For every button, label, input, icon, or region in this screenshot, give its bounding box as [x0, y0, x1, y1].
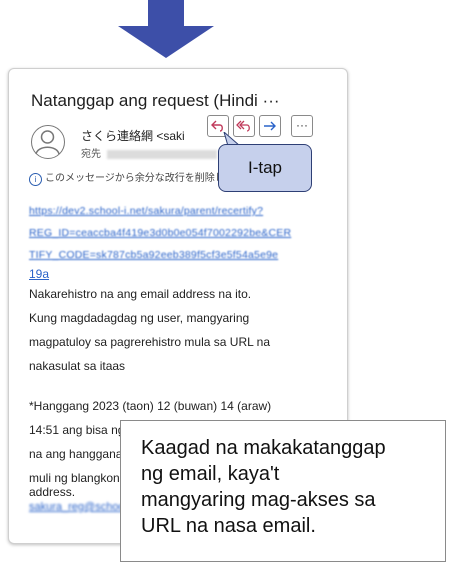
- sender-avatar-icon: [31, 125, 65, 159]
- recipient-address-redacted: [107, 149, 217, 159]
- tap-callout: I-tap: [218, 144, 312, 192]
- registration-link-end[interactable]: 19a: [29, 267, 49, 281]
- registration-link-line[interactable]: TIFY_CODE=sk787cb5a92eeb389f5cf3e5f54a5e…: [29, 249, 278, 261]
- forward-button[interactable]: [259, 115, 281, 137]
- extra-line-breaks-notice[interactable]: i このメッセージから余分な改行を削除しま: [29, 169, 235, 186]
- note-line: mangyaring mag-akses sa: [141, 489, 376, 511]
- instruction-note: Kaagad na makakatanggap ng email, kaya't…: [120, 420, 446, 562]
- body-line: Kung magdadagdag ng user, mangyaring: [29, 311, 250, 325]
- email-subject: Natanggap ang request (Hindi ···: [31, 91, 280, 110]
- info-icon: i: [29, 173, 42, 186]
- tap-label: I-tap: [247, 158, 283, 177]
- note-line: Kaagad na makakatanggap: [141, 437, 386, 459]
- body-line: magpatuloy sa pagrerehistro mula sa URL …: [29, 335, 271, 349]
- forward-icon: [264, 121, 276, 131]
- recipient-line: 宛先: [81, 145, 217, 160]
- note-line: URL na nasa email.: [141, 515, 316, 537]
- recipient-label: 宛先: [81, 149, 101, 160]
- sender-name: さくら連絡網 <saki: [81, 129, 185, 143]
- more-actions-button[interactable]: ···: [291, 115, 313, 137]
- notice-text: このメッセージから余分な改行を削除しま: [45, 173, 235, 184]
- note-line: ng email, kaya't: [141, 463, 280, 485]
- down-arrow-icon: [118, 0, 214, 58]
- registration-link-line[interactable]: https://dev2.school-i.net/sakura/parent/…: [29, 205, 263, 217]
- registration-link-line[interactable]: REG_ID=ceaccba4f419e3d0b0e054f7002292be&…: [29, 227, 291, 239]
- body-line: nakasulat sa itaas: [29, 359, 126, 373]
- deadline-line: *Hanggang 2023 (taon) 12 (buwan) 14 (ara…: [29, 399, 272, 413]
- body-line: Nakarehistro na ang email address na ito…: [29, 287, 252, 301]
- deadline-line: address.: [29, 485, 76, 499]
